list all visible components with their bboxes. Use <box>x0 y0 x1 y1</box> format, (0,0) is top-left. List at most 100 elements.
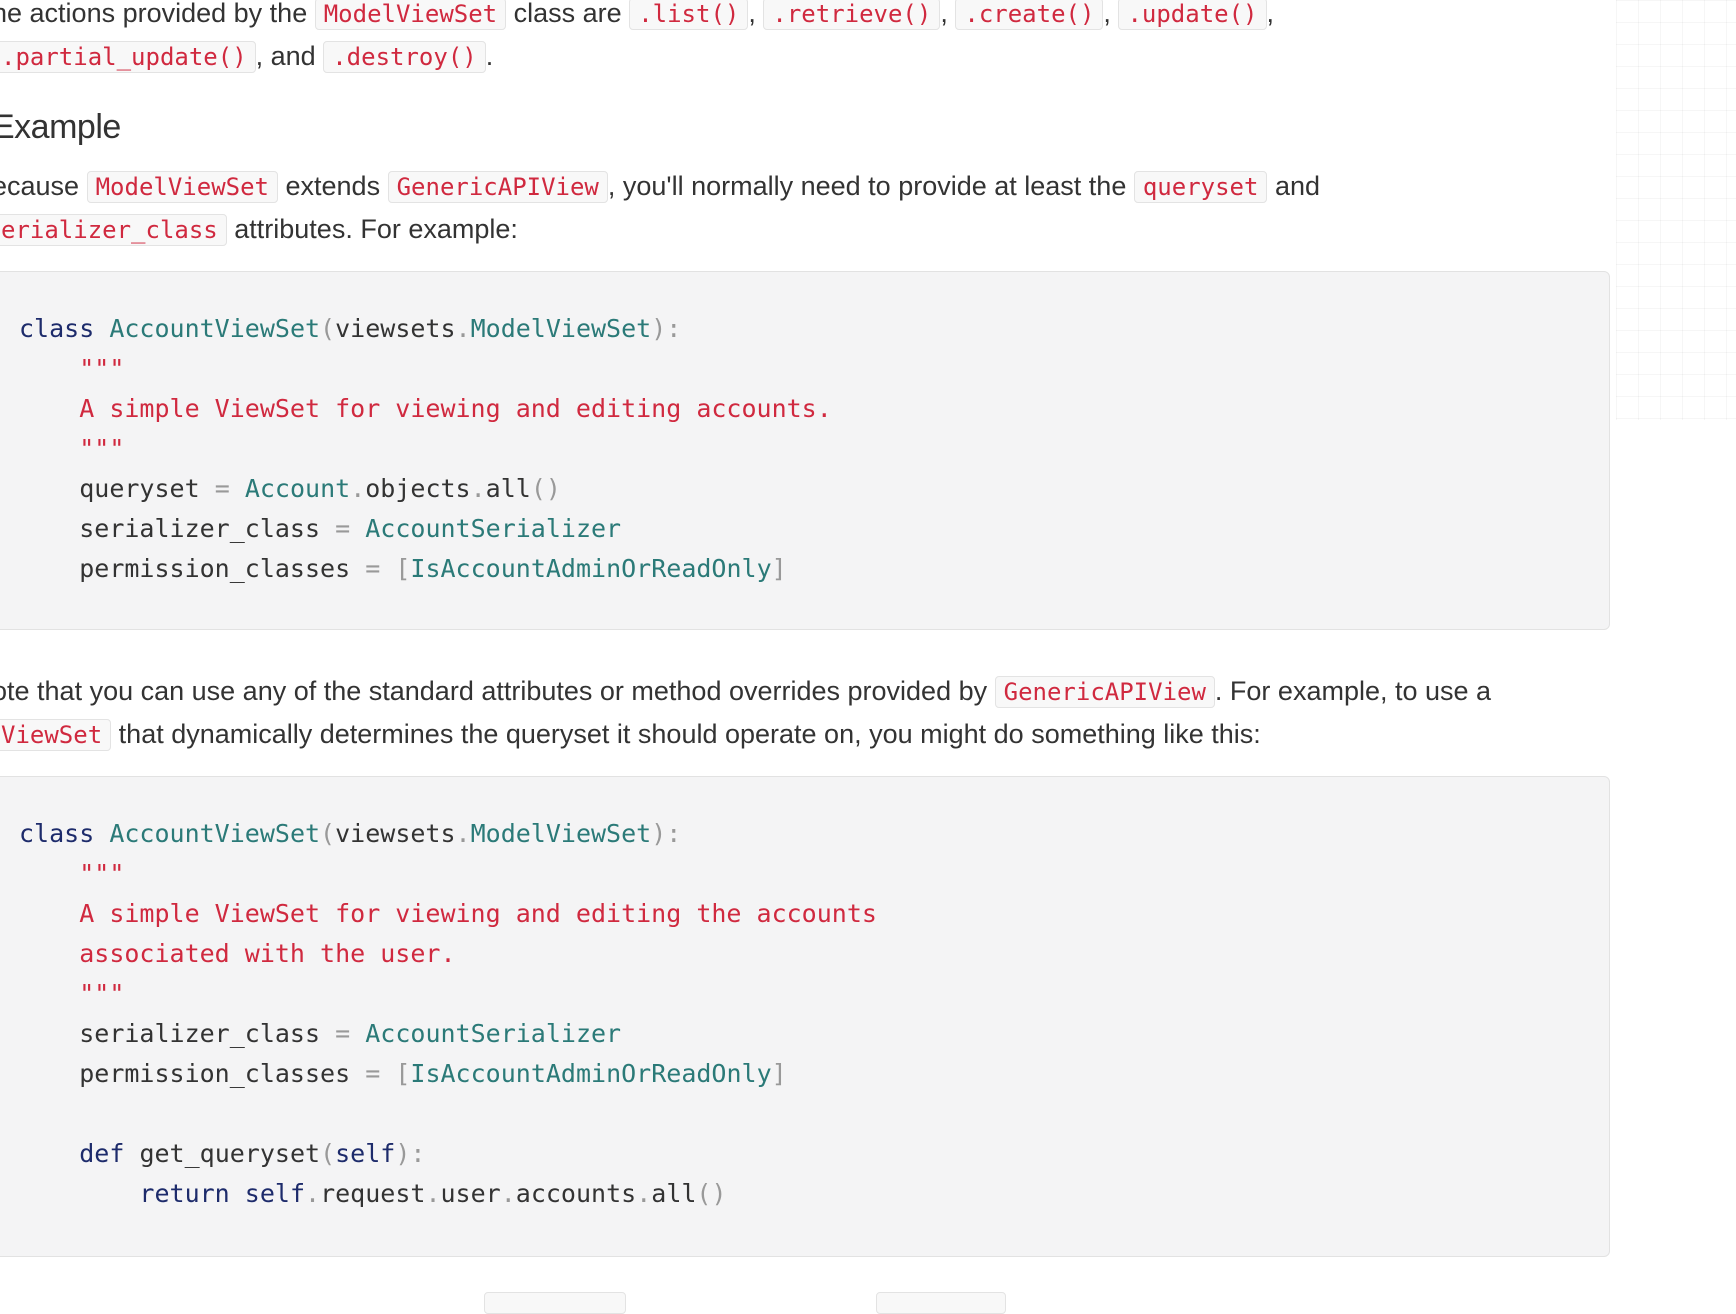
code-line: serializer_class = AccountSerializer <box>19 509 1609 549</box>
text: that dynamically determines the queryset… <box>118 719 1261 749</box>
code-token: serializer_class <box>79 1019 321 1048</box>
code-line: class AccountViewSet(viewsets.ModelViewS… <box>19 309 1609 349</box>
code-token: AccountSerializer <box>365 514 622 543</box>
code-genericapiview: GenericAPIView <box>387 171 608 203</box>
code-token: viewsets <box>335 819 456 848</box>
code-token: queryset <box>79 474 200 503</box>
code-modelviewset: ModelViewSet <box>86 171 278 203</box>
code-queryset: queryset <box>1133 171 1268 203</box>
code-token: [ <box>395 1059 411 1088</box>
code-serializer-class: erializer_class <box>0 214 227 246</box>
code-token: A simple ViewSet for viewing and editing… <box>79 899 877 928</box>
code-token: [ <box>395 554 411 583</box>
code-token: . <box>636 1179 652 1208</box>
code-token: """ <box>79 859 125 888</box>
text: , you'll normally need to provide at lea… <box>607 171 1127 201</box>
text: ecause <box>0 171 80 201</box>
code-token: all <box>651 1179 697 1208</box>
text: attributes. For example: <box>234 214 518 244</box>
separator: , <box>1103 0 1111 28</box>
inline-code-cutoff <box>876 1292 1006 1314</box>
code-line: associated with the user. <box>19 934 1609 974</box>
code-token: user <box>440 1179 501 1208</box>
text: he actions provided by the <box>0 0 308 28</box>
code-line: A simple ViewSet for viewing and editing… <box>19 894 1609 934</box>
code-token: class <box>19 314 95 343</box>
code-viewset: ViewSet <box>0 719 112 751</box>
code-retrieve: .retrieve() <box>763 0 941 30</box>
code-token: A simple ViewSet for viewing and editing… <box>79 394 832 423</box>
code-token: . <box>305 1179 321 1208</box>
code-token: = <box>365 554 381 583</box>
code-token: () <box>530 474 561 503</box>
code-line: permission_classes = [IsAccountAdminOrRe… <box>19 1054 1609 1094</box>
code-token: ModelViewSet <box>470 819 652 848</box>
paragraph-note: ote that you can use any of the standard… <box>0 670 1491 756</box>
paragraph-because: ecause ModelViewSet extends GenericAPIVi… <box>0 165 1320 251</box>
code-token: viewsets <box>335 314 456 343</box>
text: and <box>1274 171 1321 201</box>
code-token: ( <box>320 819 336 848</box>
text: class are <box>513 0 622 28</box>
code-create: .create() <box>955 0 1104 30</box>
code-token: ] <box>771 554 787 583</box>
code-destroy: .destroy() <box>323 41 486 73</box>
code-token: AccountSerializer <box>365 1019 622 1048</box>
paragraph-actions: he actions provided by the ModelViewSet … <box>0 0 1274 78</box>
code-token: . <box>425 1179 441 1208</box>
code-token: = <box>335 514 351 543</box>
code-partial-update: .partial_update() <box>0 41 256 73</box>
code-token: ): <box>651 819 682 848</box>
code-token: objects <box>365 474 471 503</box>
code-line: """ <box>19 349 1609 389</box>
code-token: () <box>696 1179 727 1208</box>
code-token: = <box>214 474 230 503</box>
code-token: ( <box>320 314 336 343</box>
separator: , <box>748 0 756 28</box>
code-block-get-queryset: class AccountViewSet(viewsets.ModelViewS… <box>0 776 1610 1257</box>
code-line: def get_queryset(self): <box>19 1134 1609 1174</box>
text: . For example, to use a <box>1214 676 1492 706</box>
code-token: class <box>19 819 95 848</box>
code-token: request <box>320 1179 426 1208</box>
code-token: all <box>485 474 531 503</box>
code-line: """ <box>19 854 1609 894</box>
code-line: """ <box>19 974 1609 1014</box>
code-token: ] <box>771 1059 787 1088</box>
code-line: A simple ViewSet for viewing and editing… <box>19 389 1609 429</box>
code-block-model-viewset: class AccountViewSet(viewsets.ModelViewS… <box>0 271 1610 630</box>
code-token: """ <box>79 979 125 1008</box>
code-line: class AccountViewSet(viewsets.ModelViewS… <box>19 814 1609 854</box>
code-token: . <box>350 474 366 503</box>
code-list: .list() <box>629 0 749 30</box>
inline-code-cutoff <box>484 1292 626 1314</box>
code-token: ModelViewSet <box>470 314 652 343</box>
code-token: get_queryset <box>139 1139 321 1168</box>
text: extends <box>285 171 381 201</box>
code-modelviewset: ModelViewSet <box>314 0 507 30</box>
code-token: accounts <box>515 1179 637 1208</box>
text: , and <box>255 41 316 71</box>
code-token: = <box>335 1019 351 1048</box>
code-token: . <box>470 474 486 503</box>
code-line: permission_classes = [IsAccountAdminOrRe… <box>19 549 1609 589</box>
text: . <box>485 41 494 71</box>
code-token: """ <box>79 354 125 383</box>
background-grid <box>1616 0 1736 420</box>
separator: , <box>940 0 948 28</box>
code-token: """ <box>79 434 125 463</box>
code-line: serializer_class = AccountSerializer <box>19 1014 1609 1054</box>
code-line: return self.request.user.accounts.all() <box>19 1174 1609 1214</box>
code-token: serializer_class <box>79 514 321 543</box>
code-token: = <box>365 1059 381 1088</box>
code-token: self <box>244 1179 306 1208</box>
code-token: permission_classes <box>79 554 351 583</box>
code-update: .update() <box>1118 0 1267 30</box>
code-token: associated with the user. <box>79 939 456 968</box>
code-line: queryset = Account.objects.all() <box>19 469 1609 509</box>
heading-example: Example <box>0 108 121 146</box>
code-genericapiview: GenericAPIView <box>994 676 1215 708</box>
code-token: IsAccountAdminOrReadOnly <box>410 554 772 583</box>
code-token: . <box>455 819 471 848</box>
code-line: """ <box>19 429 1609 469</box>
